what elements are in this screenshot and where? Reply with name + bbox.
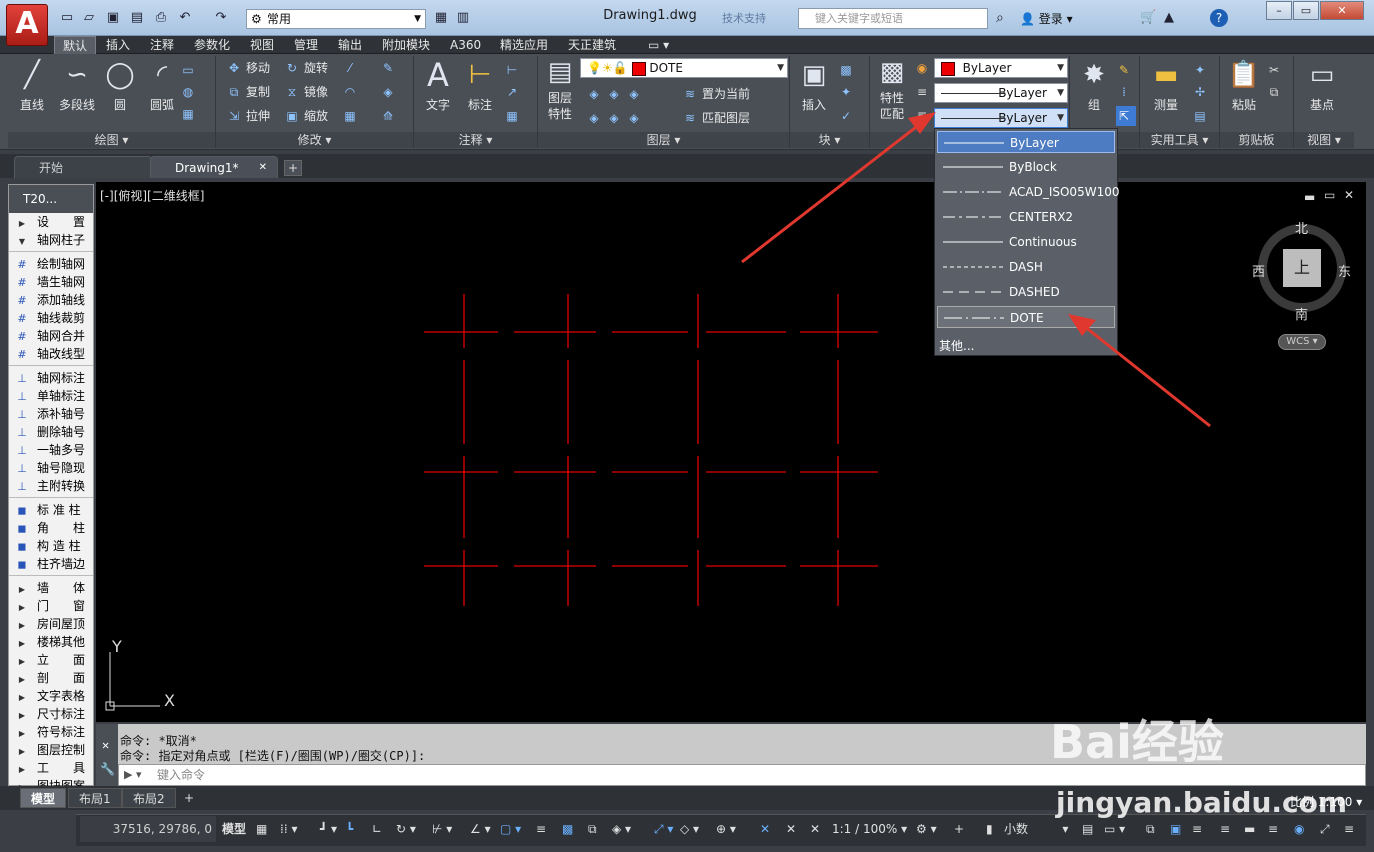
arrow-line-2 [1083, 324, 1211, 428]
viewport-scale[interactable]: 比例 1:100 ▾ [1290, 793, 1362, 810]
annotation-arrows [741, 112, 1211, 428]
arrow-line-1 [741, 122, 921, 264]
